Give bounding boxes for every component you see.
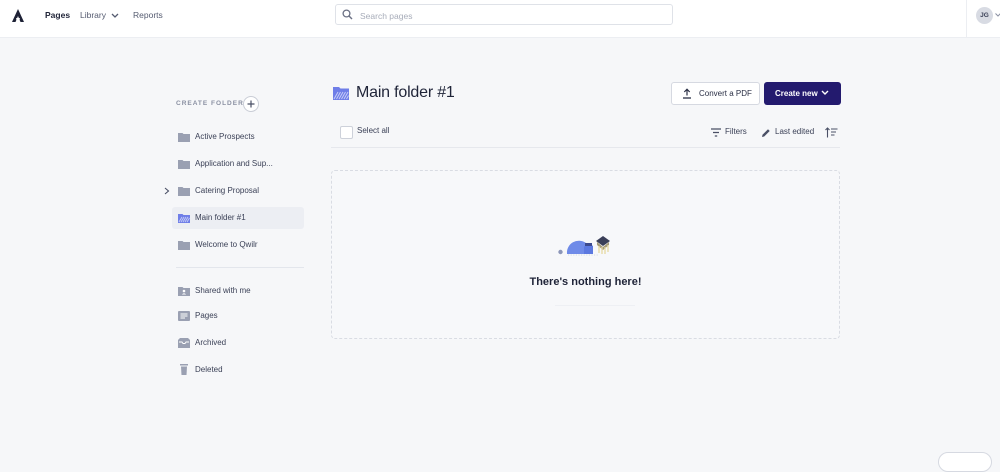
nav-reports[interactable]: Reports [133, 0, 163, 30]
sidebar-item-label: Archived [195, 338, 227, 347]
convert-pdf-label: Convert a PDF [699, 89, 752, 98]
folder-label: Application and Sup... [195, 159, 273, 168]
folder-item-main-folder-1[interactable]: Main folder #1 [172, 207, 304, 229]
search-box[interactable] [335, 4, 673, 25]
search-input[interactable] [358, 7, 662, 24]
pencil-icon [762, 129, 770, 137]
create-new-button[interactable]: Create new [764, 82, 841, 105]
folder-item-welcome[interactable]: Welcome to Qwilr [172, 234, 304, 256]
avatar[interactable]: JG [976, 7, 993, 24]
user-menu[interactable]: JG [966, 0, 1000, 37]
page-title: Main folder #1 [356, 84, 455, 101]
archive-icon [178, 338, 190, 348]
chevron-down-icon [111, 13, 119, 18]
top-navbar: Pages Library Reports JG [0, 0, 1000, 38]
help-button[interactable] [938, 452, 992, 472]
folder-label: Catering Proposal [195, 186, 260, 195]
sidebar-item-label: Shared with me [195, 286, 251, 295]
filters-label: Filters [725, 127, 747, 136]
folder-icon [178, 160, 190, 169]
trash-icon [180, 364, 188, 375]
folder-item-active-prospects[interactable]: Active Prospects [172, 126, 304, 148]
select-all-label[interactable]: Select all [357, 126, 389, 135]
nav-pages[interactable]: Pages [45, 0, 70, 30]
nav-library-label: Library [80, 10, 106, 20]
sidebar-item-pages[interactable]: Pages [172, 305, 304, 327]
sidebar-item-archived[interactable]: Archived [172, 332, 304, 354]
folder-icon [178, 187, 190, 196]
search-icon [342, 9, 353, 20]
qwilr-logo-icon[interactable] [10, 8, 26, 24]
chevron-right-icon[interactable] [164, 187, 170, 195]
shared-folder-icon [178, 287, 190, 296]
sort-label: Last edited [775, 127, 815, 136]
upload-icon [683, 88, 691, 99]
sidebar-divider [176, 267, 304, 268]
chevron-down-icon [821, 90, 829, 95]
sidebar-item-shared-with-me[interactable]: Shared with me [172, 280, 304, 302]
sidebar-item-label: Pages [195, 311, 218, 320]
select-all-checkbox[interactable] [340, 126, 353, 139]
create-folder-button[interactable] [243, 96, 259, 112]
sort-order-icon[interactable] [825, 127, 838, 138]
create-new-label: Create new [775, 89, 818, 98]
folder-open-icon [178, 214, 190, 223]
folder-icon [178, 241, 190, 250]
folder-item-catering-proposal[interactable]: Catering Proposal [164, 180, 304, 202]
sidebar-item-deleted[interactable]: Deleted [172, 359, 304, 381]
pages-icon [178, 311, 190, 321]
folder-label: Welcome to Qwilr [195, 240, 258, 249]
folder-open-icon [333, 87, 349, 100]
toolbar-divider [331, 147, 840, 148]
plus-icon [247, 100, 255, 108]
nav-library[interactable]: Library [80, 0, 119, 30]
create-folder-label: CREATE FOLDER [176, 100, 244, 107]
folder-icon [178, 133, 190, 142]
empty-state-message: There's nothing here! [529, 276, 642, 288]
empty-state-illustration-icon [558, 236, 610, 256]
convert-pdf-button[interactable]: Convert a PDF [671, 82, 760, 105]
sidebar-item-label: Deleted [195, 365, 223, 374]
folder-item-application[interactable]: Application and Sup... [172, 153, 304, 175]
chevron-down-icon [995, 13, 1000, 17]
filter-icon [711, 128, 721, 137]
folder-label: Active Prospects [195, 132, 255, 141]
divider [555, 305, 635, 306]
folder-label: Main folder #1 [195, 213, 246, 222]
